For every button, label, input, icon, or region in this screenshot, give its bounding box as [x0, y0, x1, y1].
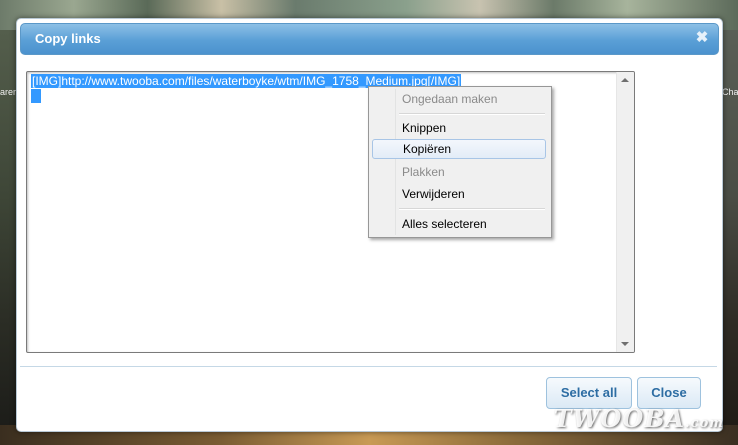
menu-separator [399, 208, 545, 210]
selected-newline [31, 89, 41, 103]
menu-item-undo[interactable]: Ongedaan maken [372, 89, 546, 109]
dialog-title: Copy links [35, 31, 101, 46]
close-icon[interactable]: ✖ [694, 29, 710, 47]
menu-item-paste[interactable]: Plakken [372, 162, 546, 182]
menu-separator [399, 113, 545, 115]
watermark-suffix: .com [685, 416, 724, 431]
menu-item-select-all[interactable]: Alles selecteren [372, 214, 546, 234]
background-left-caption: arer [0, 87, 17, 97]
scroll-down-icon[interactable] [621, 342, 629, 346]
scroll-up-icon[interactable] [621, 78, 629, 82]
dialog-titlebar[interactable]: Copy links ✖ [20, 23, 719, 55]
menu-item-delete[interactable]: Verwijderen [372, 184, 546, 204]
footer-divider [20, 366, 717, 367]
menu-item-cut[interactable]: Knippen [372, 118, 546, 138]
context-menu: Ongedaan maken Knippen Kopiëren Plakken … [368, 86, 552, 238]
twooba-watermark-logo: TWOOBA.com [554, 404, 724, 433]
watermark-main: TWOOBA [553, 404, 686, 433]
background-right-caption: Cha [722, 87, 738, 97]
textarea-scrollbar[interactable] [616, 72, 634, 352]
menu-item-copy[interactable]: Kopiëren [372, 139, 546, 159]
